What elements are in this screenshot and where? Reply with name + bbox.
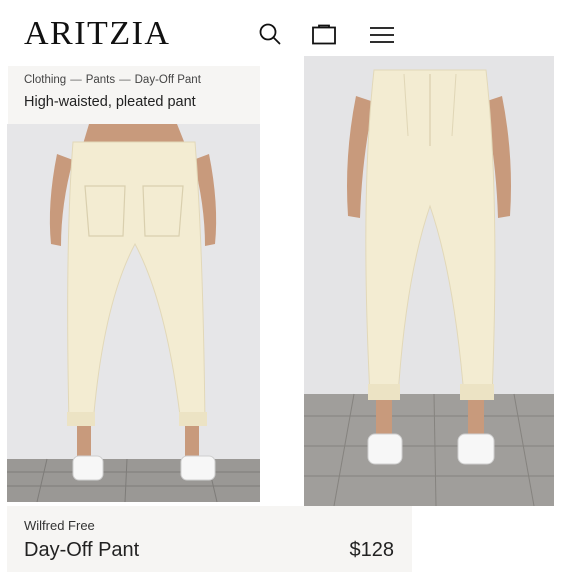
breadcrumb-item-current: Day-Off Pant <box>134 74 201 86</box>
product-subtitle: High-waisted, pleated pant <box>24 94 196 110</box>
product-photo-front[interactable] <box>304 56 554 506</box>
search-icon[interactable] <box>256 20 286 50</box>
hamburger-menu-icon[interactable] <box>367 20 397 50</box>
breadcrumb: Clothing — Pants — Day-Off Pant <box>24 74 201 86</box>
product-info-panel: Wilfred Free Day-Off Pant $128 <box>7 506 412 572</box>
product-photo-back[interactable] <box>7 124 260 502</box>
shopping-bag-icon[interactable] <box>309 20 339 50</box>
breadcrumb-separator: — <box>70 74 82 86</box>
breadcrumb-separator: — <box>119 74 131 86</box>
breadcrumb-panel: Clothing — Pants — Day-Off Pant High-waisted… <box>8 66 260 124</box>
breadcrumb-item-pants[interactable]: Pants <box>86 74 115 86</box>
breadcrumb-item-clothing[interactable]: Clothing <box>24 74 66 86</box>
aritzia-logo[interactable]: ARITZIA <box>24 17 170 51</box>
site-header: ARITZIA <box>0 0 580 60</box>
product-brand[interactable]: Wilfred Free <box>24 518 95 533</box>
product-name: Day-Off Pant <box>24 539 140 561</box>
product-price: $128 <box>349 539 395 561</box>
